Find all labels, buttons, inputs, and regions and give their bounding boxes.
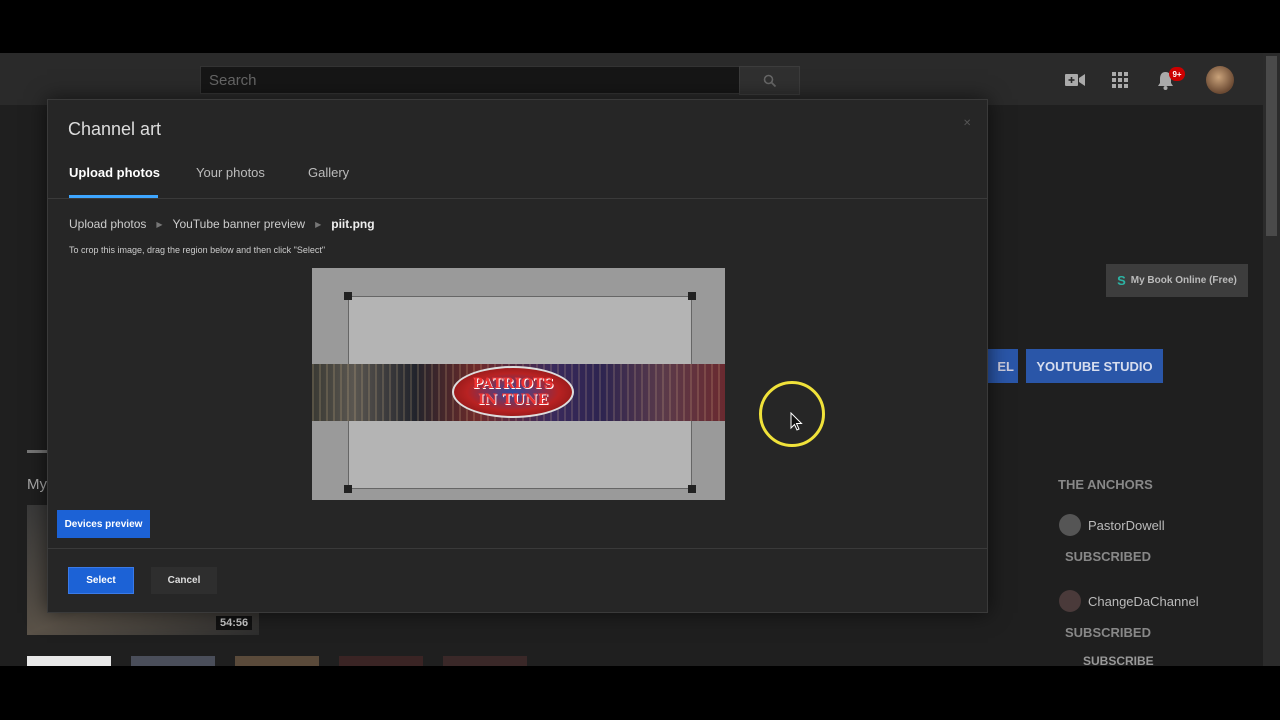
search-icon [763, 74, 776, 87]
mouse-pointer-icon [790, 412, 803, 431]
crop-handle-bottom-right[interactable] [688, 485, 696, 493]
crop-handle-top-left[interactable] [344, 292, 352, 300]
cancel-button[interactable]: Cancel [151, 567, 217, 594]
channel-name[interactable]: ChangeDaChannel [1088, 594, 1199, 609]
apps-grid-icon[interactable] [1109, 69, 1131, 91]
subscribe-button[interactable]: SUBSCRIBE [1083, 654, 1154, 666]
banner-logo-text: IN TUNE [477, 392, 549, 408]
video-thumbnail[interactable] [27, 656, 111, 666]
tab-gallery[interactable]: Gallery [308, 165, 349, 180]
select-button[interactable]: Select [68, 567, 134, 594]
video-camera-icon[interactable] [1064, 69, 1086, 91]
video-duration: 54:56 [216, 616, 253, 630]
scrollbar-thumb[interactable] [1266, 56, 1277, 236]
channel-art-dialog: Channel art ✕ Upload photos Your photos … [47, 99, 988, 613]
tab-divider [48, 198, 987, 199]
top-bar: Search [0, 53, 1263, 105]
youtube-studio-button[interactable]: YOUTUBE STUDIO [1026, 349, 1163, 383]
channel-name[interactable]: PastorDowell [1088, 518, 1165, 533]
tab-upload-photos[interactable]: Upload photos [69, 165, 160, 180]
channel-avatar[interactable] [1059, 590, 1081, 612]
crop-instruction: To crop this image, drag the region belo… [69, 245, 326, 255]
breadcrumb: Upload photos ▶ YouTube banner preview ▶… [69, 217, 375, 231]
subscribed-label[interactable]: SUBSCRIBED [1065, 625, 1151, 640]
thumbnail-strip [27, 656, 667, 666]
devices-preview-button[interactable]: Devices preview [57, 510, 150, 538]
close-icon[interactable]: ✕ [963, 118, 971, 129]
search-input[interactable]: Search [200, 66, 740, 94]
my-book-online-button[interactable]: S My Book Online (Free) [1106, 264, 1248, 297]
featured-channels-title: THE ANCHORS [1058, 477, 1153, 492]
crop-canvas[interactable]: PATRIOTS IN TUNE [312, 268, 725, 500]
breadcrumb-item[interactable]: YouTube banner preview [173, 217, 306, 231]
search-button[interactable] [739, 66, 800, 95]
avatar[interactable] [1206, 66, 1234, 94]
my-book-label: My Book Online (Free) [1130, 275, 1237, 286]
chevron-right-icon: ▶ [156, 219, 163, 229]
notification-badge: 9+ [1169, 67, 1185, 81]
chevron-right-icon: ▶ [315, 219, 322, 229]
channel-avatar[interactable] [1059, 514, 1081, 536]
breadcrumb-item[interactable]: Upload photos [69, 217, 146, 231]
my-book-logo-icon: S [1117, 273, 1126, 288]
video-thumbnail[interactable] [131, 656, 215, 666]
app-frame: Search 9+ S My Book Online (Free) EL YOU… [0, 53, 1280, 666]
crop-handle-bottom-left[interactable] [344, 485, 352, 493]
banner-logo: PATRIOTS IN TUNE [452, 366, 574, 418]
section-label: My [27, 476, 47, 493]
video-thumbnail[interactable] [443, 656, 527, 666]
breadcrumb-current: piit.png [331, 217, 375, 231]
crop-handle-top-right[interactable] [688, 292, 696, 300]
footer-divider [48, 548, 987, 549]
tab-your-photos[interactable]: Your photos [196, 165, 265, 180]
background-tab-indicator [27, 450, 49, 453]
dialog-title: Channel art [68, 119, 162, 139]
banner-logo-text: PATRIOTS [472, 376, 554, 392]
video-thumbnail[interactable] [339, 656, 423, 666]
page-scrollbar[interactable] [1263, 53, 1280, 666]
video-thumbnail[interactable] [235, 656, 319, 666]
subscribed-label[interactable]: SUBSCRIBED [1065, 549, 1151, 564]
